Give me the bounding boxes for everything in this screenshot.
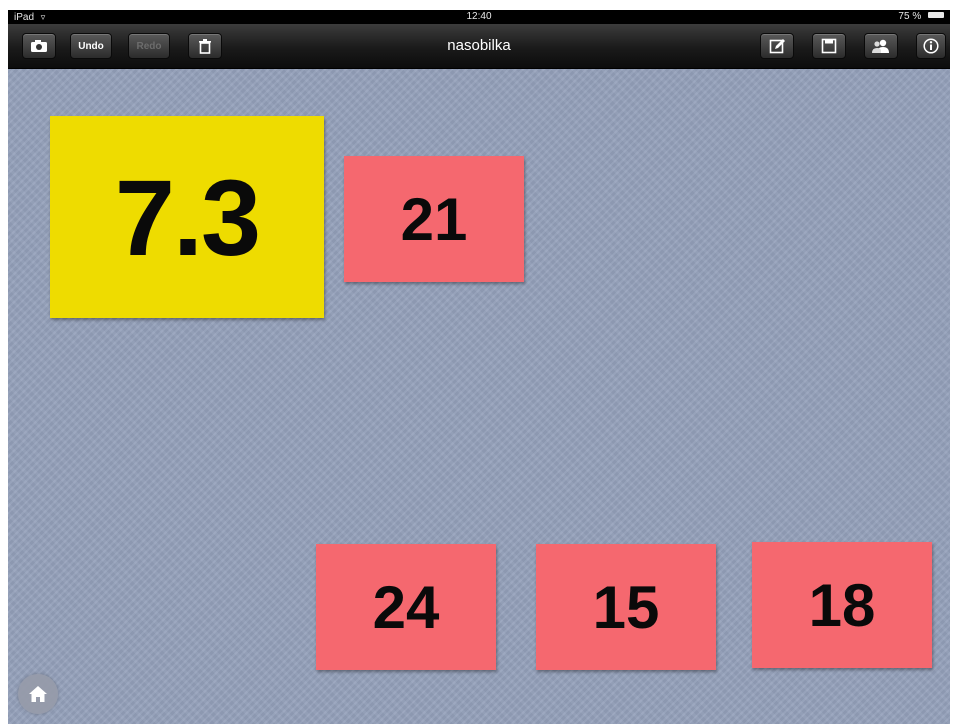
edit-button[interactable] <box>760 33 794 59</box>
question-card[interactable]: 7.3 <box>50 116 324 318</box>
users-button[interactable] <box>864 33 898 59</box>
info-button[interactable] <box>916 33 946 59</box>
edit-icon <box>769 39 785 54</box>
home-icon <box>29 686 47 702</box>
save-icon <box>821 38 837 54</box>
status-battery: 75 % <box>898 10 944 24</box>
info-icon <box>923 38 939 54</box>
home-button[interactable] <box>18 674 58 714</box>
users-icon <box>872 39 889 53</box>
status-time: 12:40 <box>466 11 492 22</box>
answer-card-3[interactable]: 15 <box>536 544 716 670</box>
app-screen: iPad ▿ 12:40 75 % Undo Redo nasobilka 7.… <box>8 10 950 724</box>
save-button[interactable] <box>812 33 846 59</box>
answer-card-2[interactable]: 24 <box>316 544 496 670</box>
app-title: nasobilka <box>447 37 511 54</box>
answer-card-1[interactable]: 21 <box>344 156 524 282</box>
battery-percent: 75 % <box>898 11 922 22</box>
answer-card-4[interactable]: 18 <box>752 542 932 668</box>
battery-icon <box>928 12 944 19</box>
toolbar: Undo Redo nasobilka <box>8 24 950 69</box>
status-bar: iPad ▿ 12:40 75 % <box>8 10 950 24</box>
